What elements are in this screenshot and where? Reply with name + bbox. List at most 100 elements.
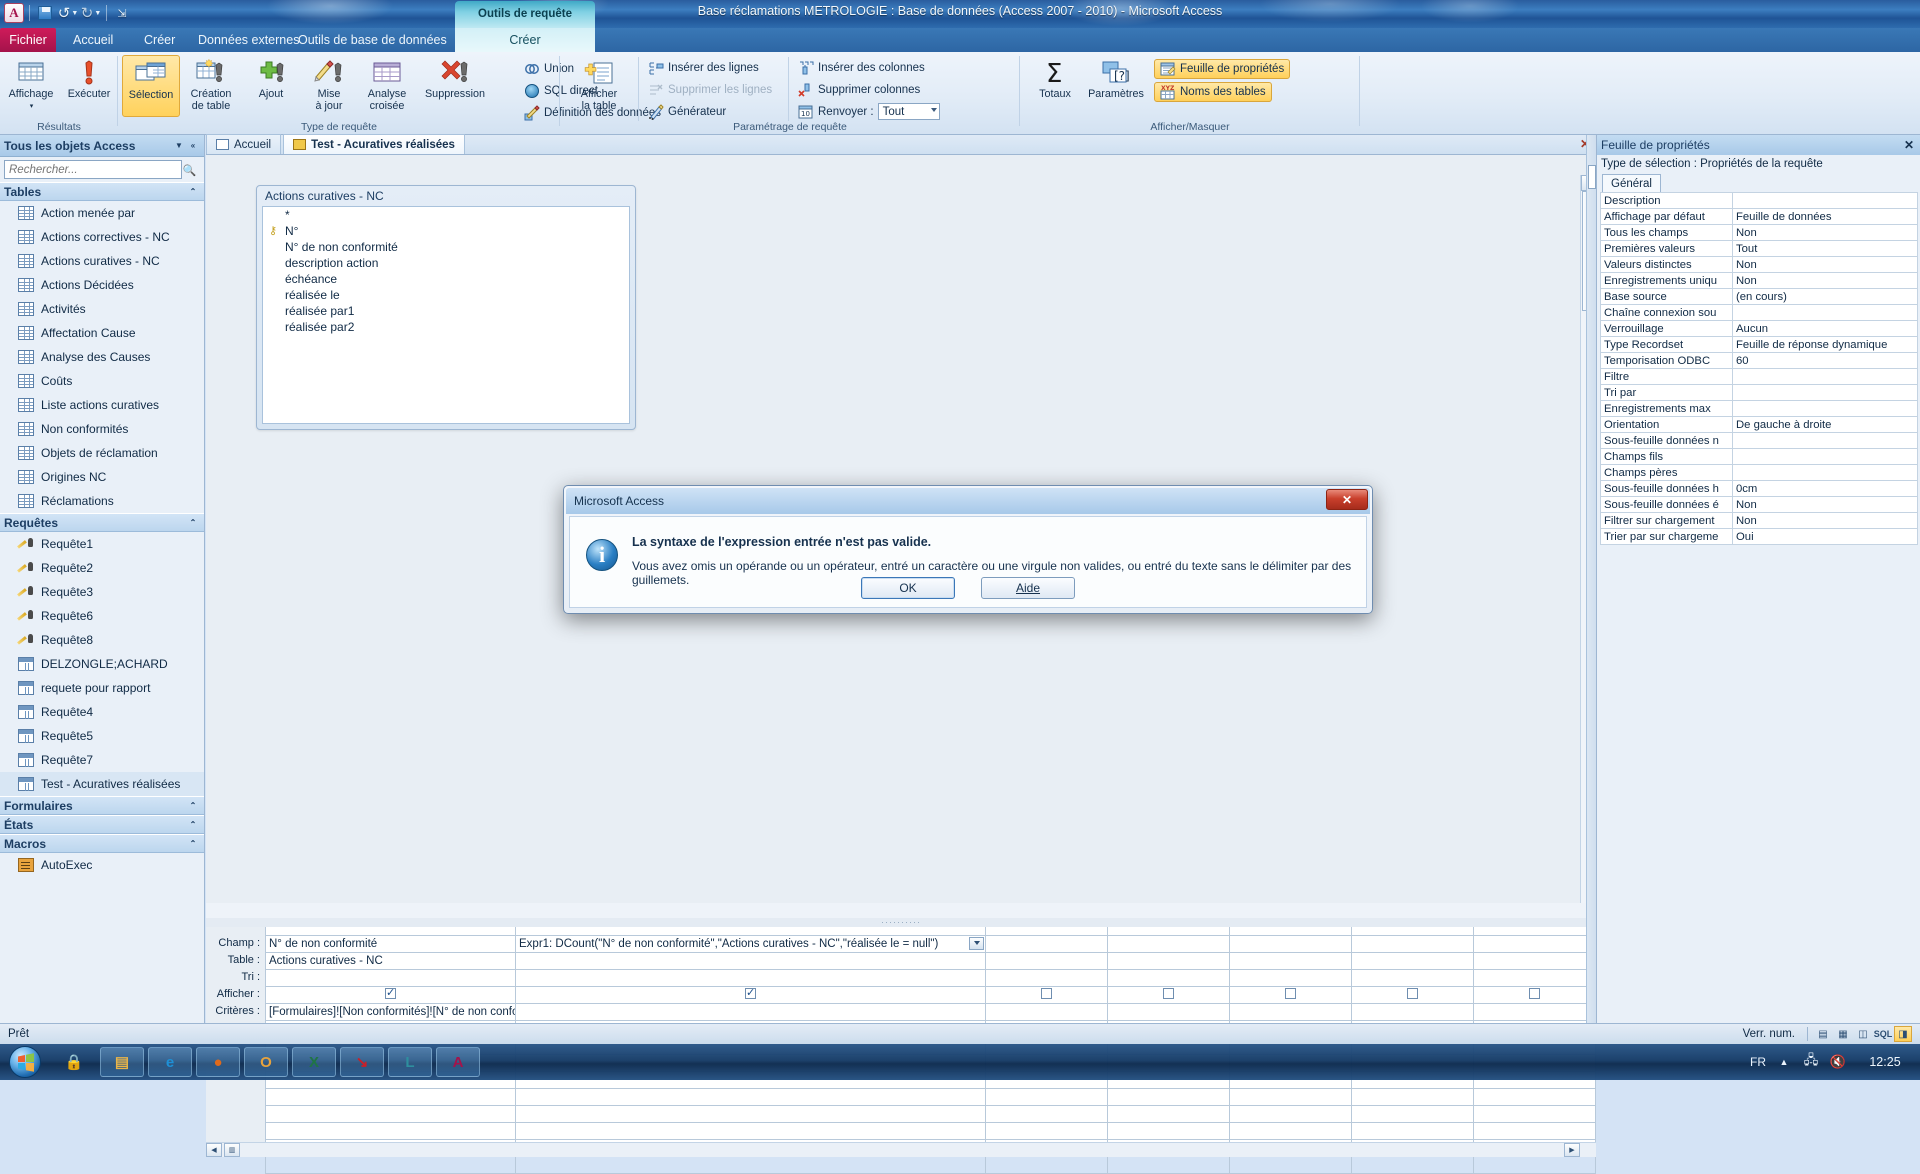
query-grid-row-tri[interactable] [265,968,1596,987]
query-grid-blank-cell[interactable] [515,1155,986,1174]
property-value[interactable]: Non [1732,224,1918,241]
system-tray[interactable]: FR ▲ 🖧 🔇 12:25 [1750,1052,1920,1071]
query-grid-cell-champ[interactable]: N° de non conformité [265,934,516,953]
return-rows-control[interactable]: 10 Renvoyer : Tout [796,102,942,121]
column-selector[interactable] [265,927,516,936]
column-selector[interactable] [1229,927,1352,936]
tab-outils-base-de-donnees[interactable]: Outils de base de données [285,28,460,52]
query-grid-horizontal-scrollbar[interactable]: ◀ ▥ ▶ [206,1142,1596,1157]
nav-item-delzongle-achard[interactable]: DELZONGLE;ACHARD [0,652,204,676]
toggle-feuille-de-proprietes[interactable]: Feuille de propriétés [1154,59,1291,79]
query-grid-cell-tri[interactable] [1229,968,1352,987]
taskbar-adobe-reader-icon[interactable]: ↘ [340,1047,384,1077]
query-grid-cell-champ[interactable] [1107,934,1230,953]
taskbar-excel-icon[interactable]: X [292,1047,336,1077]
query-grid-cell-criteres[interactable]: [Formulaires]![Non conformités]![N° de n… [265,1002,516,1021]
return-value-combo[interactable]: Tout [877,103,940,120]
property-row[interactable]: Tri par [1600,384,1918,401]
field-list-item[interactable]: description action [263,255,629,271]
field-list-actions-curatives-nc[interactable]: Actions curatives - NC * ⚷ N° N° de non con… [256,185,636,430]
chevron-up-icon[interactable]: ⌃ [186,516,200,530]
property-value[interactable] [1732,432,1918,449]
property-value[interactable] [1732,448,1918,465]
query-grid-cell-criteres[interactable] [1351,1002,1474,1021]
query-grid-cell-tri[interactable] [515,968,986,987]
property-row[interactable]: Description [1600,192,1918,209]
query-grid-cell-champ[interactable] [985,934,1108,953]
query-grid-blank-cell[interactable] [515,1104,986,1123]
sql-view-icon[interactable]: SQL [1874,1026,1893,1042]
property-value[interactable]: Feuille de réponse dynamique [1732,336,1918,353]
taskbar-outlook-icon[interactable]: O [244,1047,288,1077]
show-checkbox[interactable] [1285,987,1296,999]
query-grid-cell-criteres[interactable] [985,1002,1108,1021]
column-selector[interactable] [1107,927,1230,936]
taskbar-lock-icon[interactable]: 🔒 [52,1047,96,1077]
nav-item-liste-actions-curatives[interactable]: Liste actions curatives [0,393,204,417]
properties-pane-splitter[interactable] [1586,135,1596,1023]
tab-creer-contextuel[interactable]: Créer [455,28,595,52]
chevron-up-icon[interactable]: ⌃ [186,185,200,199]
query-grid-cell-champ[interactable] [1473,934,1596,953]
query-grid-cell-afficher[interactable] [515,985,986,1004]
button-afficher-la-table[interactable]: Afficher la table [568,55,630,117]
query-grid-blank-row[interactable] [265,1087,1596,1106]
button-generateur[interactable]: Générateur [646,102,728,121]
query-grid-cell-table[interactable]: Actions curatives - NC [265,951,516,970]
query-grid-blank-cell[interactable] [265,1155,516,1174]
scroll-grip-icon[interactable]: ▥ [224,1143,240,1157]
taskbar-lotus-icon[interactable]: L [388,1047,432,1077]
query-grid-cell-criteres[interactable] [1229,1002,1352,1021]
document-tab-bar[interactable]: Accueil Test - Acuratives réalisées ✕ [206,134,1596,155]
property-sheet-tabs[interactable]: Général [1597,173,1920,192]
property-row[interactable]: Sous-feuille données h 0cm [1600,480,1918,497]
query-grid-blank-cell[interactable] [1351,1087,1474,1106]
query-grid-row-table[interactable]: Actions curatives - NC [265,951,1596,970]
query-grid-blank-row[interactable] [265,1104,1596,1123]
taskbar-items[interactable]: 🔒 ▤ e ● O X ↘ L A [48,1047,480,1077]
chevron-down-icon[interactable]: ▾ [30,101,34,113]
property-value[interactable] [1732,368,1918,385]
scroll-right-button[interactable]: ▶ [1564,1143,1580,1157]
nav-item-actions-correctives-nc[interactable]: Actions correctives - NC [0,225,204,249]
property-value[interactable] [1732,384,1918,401]
query-grid-blank-cell[interactable] [1351,1104,1474,1123]
nav-item-actions-d-cid-es[interactable]: Actions Décidées [0,273,204,297]
property-rows[interactable]: Description Affichage par défaut Feuille d… [1600,192,1918,545]
query-grid-blank-cell[interactable] [1229,1104,1352,1123]
nav-item-requ-te8[interactable]: Requête8 [0,628,204,652]
nav-group-header-requêtes[interactable]: Requêtes ⌃ [0,513,204,532]
property-row[interactable]: Base source (en cours) [1600,288,1918,305]
query-grid-cell-table[interactable] [985,951,1108,970]
clock[interactable]: 12:25 [1856,1055,1914,1069]
taskbar-firefox-icon[interactable]: ● [196,1047,240,1077]
search-box[interactable]: 🔍 [4,160,196,179]
show-checkbox[interactable] [1041,987,1052,999]
query-grid-blank-cell[interactable] [1229,1087,1352,1106]
field-list-item[interactable]: N° de non conformité [263,239,629,255]
query-grid-cell-criteres[interactable] [515,1002,986,1021]
field-list-body[interactable]: * ⚷ N° N° de non conformité description acti… [262,206,630,424]
property-value[interactable]: Non [1732,512,1918,529]
column-selector[interactable] [1473,927,1596,936]
button-supprimer-colonnes[interactable]: Supprimer colonnes [796,80,922,99]
property-value[interactable]: Aucun [1732,320,1918,337]
query-grid-cell-tri[interactable] [985,968,1108,987]
chevron-up-icon[interactable]: ⌃ [186,837,200,851]
query-grid-cell-table[interactable] [1229,951,1352,970]
button-selection[interactable]: Sélection [122,55,180,117]
query-grid-cell-tri[interactable] [265,968,516,987]
query-grid-cell-afficher[interactable] [265,985,516,1004]
field-list-item[interactable]: réalisée le [263,287,629,303]
design-view-icon[interactable]: ◨ [1894,1026,1912,1042]
nav-item-autoexec[interactable]: AutoExec [0,853,204,877]
property-row[interactable]: Sous-feuille données é Non [1600,496,1918,513]
taskbar-internet-explorer-icon[interactable]: e [148,1047,192,1077]
query-grid-blank-cell[interactable] [985,1121,1108,1140]
property-row[interactable]: Enregistrements uniqu Non [1600,272,1918,289]
nav-item-action-men-e-par[interactable]: Action menée par [0,201,204,225]
query-grid-blank-cell[interactable] [515,1087,986,1106]
property-row[interactable]: Champs pères [1600,464,1918,481]
property-row[interactable]: Tous les champs Non [1600,224,1918,241]
tab-creer[interactable]: Créer [131,28,188,52]
